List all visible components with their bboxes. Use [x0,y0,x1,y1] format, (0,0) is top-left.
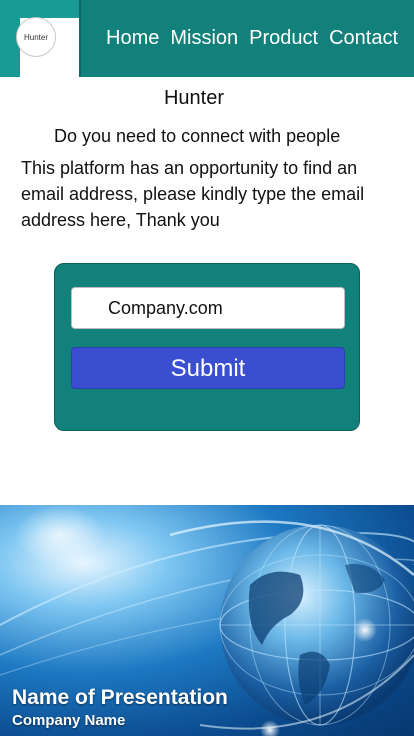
logo-accent-top [20,0,79,18]
tagline: Do you need to connect with people [54,126,341,146]
nav-contact-link[interactable]: Contact [329,27,398,50]
submit-button[interactable]: Submit [71,347,345,389]
search-form-card: Submit [54,263,360,431]
logo: Hunter [16,17,56,57]
logo-panel [50,18,79,77]
nav-mission-link[interactable]: Mission [170,27,238,50]
main-nav: Home Mission Product Contact [106,27,398,50]
page-title: Hunter [163,87,225,109]
nav-product-link[interactable]: Product [249,27,318,50]
nav-home-link[interactable]: Home [106,27,159,50]
header-divider [79,0,81,77]
logo-tile[interactable]: Hunter [0,0,79,77]
banner-subtitle: Company Name [12,712,126,729]
logo-text: Hunter [23,32,48,42]
description-text: This platform has an opportunity to find… [21,158,365,230]
header-bar: Hunter Home Mission Product Contact [0,0,414,77]
company-domain-input[interactable] [71,287,345,329]
banner-title: Name of Presentation [12,686,228,709]
page: Hunter Home Mission Product Contact Hunt… [0,0,414,736]
presentation-banner: Name of Presentation Company Name [0,505,414,736]
